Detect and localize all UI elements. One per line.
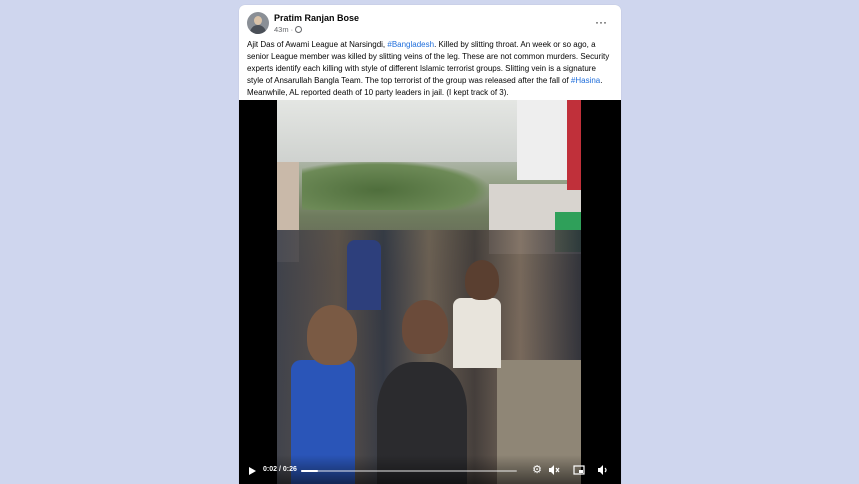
volume-icon[interactable] [597, 464, 609, 476]
post-text: Ajit Das of Awami League at Narsingdi, #… [247, 39, 613, 99]
hashtag-link[interactable]: #Bangladesh [387, 40, 434, 49]
current-time: 0:02 [263, 466, 278, 473]
progress-fill [301, 470, 319, 472]
gear-icon[interactable]: ⚙ [531, 464, 543, 476]
author-avatar[interactable] [247, 12, 269, 34]
hashtag-link[interactable]: #Hasina [571, 76, 600, 85]
video-frame [277, 100, 581, 484]
progress-bar[interactable] [301, 470, 517, 472]
author-name[interactable]: Pratim Ranjan Bose [274, 13, 359, 23]
mute-icon[interactable] [548, 464, 560, 476]
post-text-segment: Ajit Das of Awami League at Narsingdi, [247, 40, 388, 49]
facebook-post-card: Pratim Ranjan Bose 43m · ··· Ajit Das of… [239, 5, 621, 484]
post-meta: 43m · [274, 25, 303, 34]
more-horizontal-icon: ··· [595, 15, 607, 29]
video-time: 0:02 / 0:26 [263, 466, 297, 473]
video-player[interactable]: 0:02 / 0:26 ⚙ [239, 100, 621, 484]
video-controls: 0:02 / 0:26 ⚙ [239, 455, 621, 484]
play-icon[interactable] [249, 467, 256, 475]
duration: 0:26 [282, 466, 297, 473]
more-options-button[interactable]: ··· [595, 15, 607, 29]
globe-icon [295, 26, 303, 33]
picture-in-picture-icon[interactable] [573, 464, 585, 476]
post-time[interactable]: 43m [274, 25, 289, 34]
